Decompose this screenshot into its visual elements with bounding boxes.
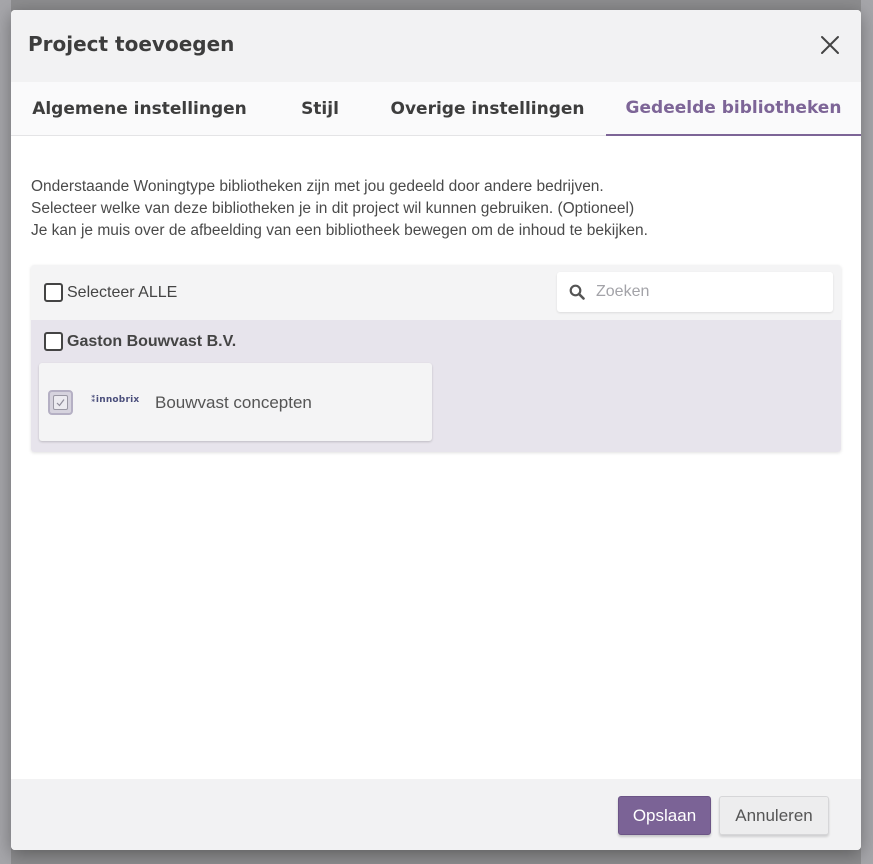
libraries-panel: Selecteer ALLE Gaston Bouwvast B.V. (31, 265, 841, 452)
tab-shared-libraries[interactable]: Gedeelde bibliotheken (606, 82, 861, 136)
company-group: Gaston Bouwvast B.V. ⁑innobrix Bouwvast … (31, 320, 841, 452)
library-logo: ⁑innobrix (91, 395, 139, 405)
dialog-footer: Opslaan Annuleren (11, 779, 861, 850)
company-checkbox[interactable] (44, 332, 63, 351)
search-icon (569, 284, 585, 300)
intro-line: Je kan je muis over de afbeelding van ee… (31, 222, 648, 239)
intro-text: Onderstaande Woningtype bibliotheken zij… (31, 176, 841, 242)
logo-text: innobrix (95, 395, 140, 405)
tab-general-settings[interactable]: Algemene instellingen (31, 82, 248, 136)
library-card[interactable]: ⁑innobrix Bouwvast concepten (39, 363, 432, 441)
panel-toolbar: Selecteer ALLE (31, 265, 841, 320)
close-button[interactable] (819, 34, 841, 56)
intro-line: Onderstaande Woningtype bibliotheken zij… (31, 178, 604, 195)
dialog-header: Project toevoegen (11, 10, 861, 82)
project-dialog: Project toevoegen Algemene instellingen … (11, 10, 861, 850)
background-app-right (861, 0, 873, 864)
library-checkbox[interactable] (48, 390, 73, 415)
intro-line: Selecteer welke van deze bibliotheken je… (31, 200, 635, 217)
background-app (0, 0, 11, 864)
tab-bar: Algemene instellingen Stijl Overige inst… (11, 82, 861, 136)
select-all-label[interactable]: Selecteer ALLE (67, 284, 177, 302)
library-name: Bouwvast concepten (155, 393, 312, 412)
close-icon (821, 36, 839, 54)
select-all-checkbox[interactable] (44, 283, 63, 302)
tab-style[interactable]: Stijl (281, 82, 359, 136)
search-box (557, 272, 833, 312)
cancel-button[interactable]: Annuleren (719, 796, 829, 835)
tab-other-settings[interactable]: Overige instellingen (391, 82, 585, 136)
dialog-title: Project toevoegen (28, 32, 235, 56)
checkmark-icon (56, 399, 65, 407)
company-name[interactable]: Gaston Bouwvast B.V. (67, 333, 236, 351)
search-input[interactable] (596, 278, 821, 306)
save-button[interactable]: Opslaan (618, 796, 711, 835)
